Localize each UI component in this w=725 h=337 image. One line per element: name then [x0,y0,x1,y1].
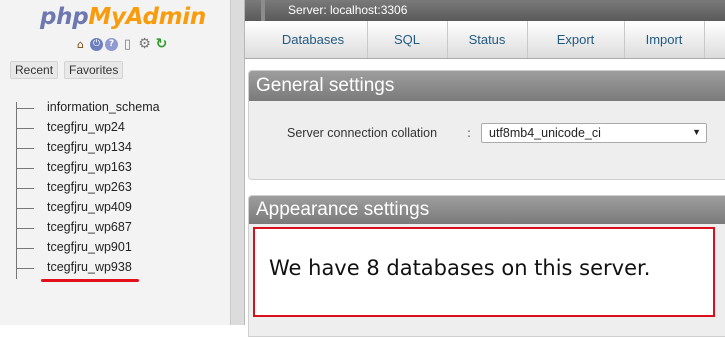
database-name[interactable]: tcegfjru_wp263 [47,180,132,194]
collation-label: Server connection collation [287,126,438,140]
tab-databases[interactable]: Databases [259,21,368,58]
phpmyadmin-logo[interactable]: phpMyAdmin [40,2,206,32]
tab-import[interactable]: Import [624,21,705,58]
docs-icon[interactable]: ▯ [120,37,135,52]
tree-branch [16,248,34,249]
tree-branch [16,188,34,189]
collation-select[interactable]: utf8mb4_unicode_ci ▼ [481,123,707,143]
tree-branch [16,148,34,149]
breadcrumb-divider [261,0,265,21]
general-settings-panel: General settings Server connection colla… [248,70,725,180]
annotation-callout: We have 8 databases on this server. [253,227,715,317]
exit-icon[interactable]: ⏻ [90,38,103,51]
general-settings-title: General settings [249,71,725,101]
server-breadcrumb: Server: localhost:3306 [245,0,725,21]
logo-myadmin: MyAdmin [88,4,206,30]
navigation-panel: phpMyAdmin ⌂ ⏻ ? ▯ ⚙ ↻ Recent Favorites … [0,0,230,325]
tree-branch [16,268,34,269]
database-name[interactable]: information_schema [47,100,160,114]
tree-branch [16,128,34,129]
tree-branch [16,228,34,229]
tab-status[interactable]: Status [447,21,528,58]
highlight-underline [41,279,139,282]
help-icon[interactable]: ? [105,38,118,51]
database-name[interactable]: tcegfjru_wp24 [47,120,125,134]
navigation-resizer[interactable] [230,0,245,325]
appearance-settings-title: Appearance settings [249,196,725,224]
annotation-text: We have 8 databases on this server. [269,256,651,280]
database-name[interactable]: tcegfjru_wp687 [47,220,132,234]
favorites-tab[interactable]: Favorites [64,61,124,79]
tab-sql[interactable]: SQL [367,21,448,58]
database-name[interactable]: tcegfjru_wp134 [47,140,132,154]
database-name[interactable]: tcegfjru_wp938 [47,260,132,274]
logo-php: php [40,4,89,30]
database-name[interactable]: tcegfjru_wp901 [47,240,132,254]
home-icon[interactable]: ⌂ [73,37,88,52]
tree-branch [16,108,34,109]
chevron-down-icon: ▼ [692,127,701,137]
quick-icons: ⌂ ⏻ ? ▯ ⚙ ↻ [73,37,169,55]
label-separator: : [467,126,472,140]
tab-export[interactable]: Export [527,21,625,58]
database-name[interactable]: tcegfjru_wp409 [47,200,132,214]
tree-branch [16,208,34,209]
tree-branch [16,168,34,169]
reload-icon[interactable]: ↻ [154,37,169,52]
top-menu: Databases SQL Status Export Import [245,21,725,59]
recent-tab[interactable]: Recent [10,61,59,79]
database-name[interactable]: tcegfjru_wp163 [47,160,132,174]
server-link[interactable]: Server: localhost:3306 [288,3,407,17]
collation-value: utf8mb4_unicode_ci [489,126,601,140]
settings-icon[interactable]: ⚙ [137,37,152,52]
